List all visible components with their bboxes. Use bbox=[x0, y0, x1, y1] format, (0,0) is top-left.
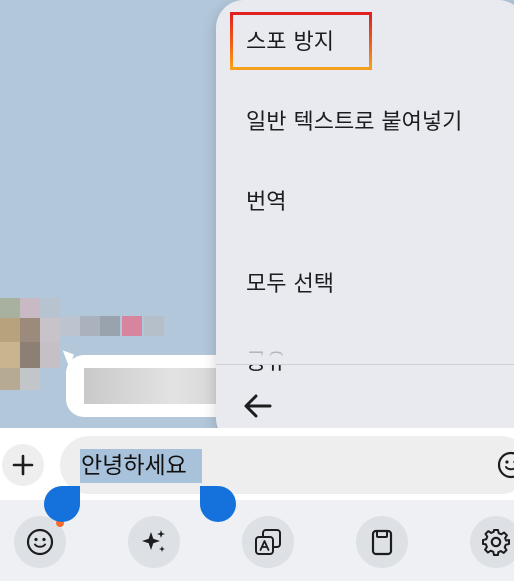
arrow-left-icon bbox=[244, 394, 272, 418]
menu-divider bbox=[216, 364, 514, 365]
message-input-text: 안녕하세요 bbox=[81, 453, 187, 479]
menu-scroll-fade bbox=[216, 340, 514, 364]
message-text-blurred bbox=[84, 368, 234, 404]
back-button[interactable] bbox=[240, 388, 276, 424]
avatar[interactable] bbox=[0, 298, 60, 390]
emoji-button[interactable] bbox=[496, 450, 514, 480]
settings-button[interactable] bbox=[470, 516, 514, 568]
context-menu: 스포 방지 일반 텍스트로 붙여넣기 번역 모두 선택 공유 bbox=[216, 0, 514, 446]
ai-sparkle-button[interactable] bbox=[128, 516, 180, 568]
selection-handle-start[interactable] bbox=[44, 486, 80, 522]
emoji-icon bbox=[26, 528, 54, 556]
gear-icon bbox=[482, 529, 510, 556]
highlight-box bbox=[230, 12, 372, 70]
menu-item-select-all[interactable]: 모두 선택 bbox=[246, 270, 334, 300]
menu-item-translate[interactable]: 번역 bbox=[246, 188, 286, 218]
emoji-icon bbox=[497, 451, 514, 479]
clipboard-button[interactable] bbox=[356, 516, 408, 568]
menu-item-paste-plain-text[interactable]: 일반 텍스트로 붙여넣기 bbox=[246, 108, 462, 138]
plus-icon bbox=[12, 454, 34, 476]
selection-handle-end[interactable] bbox=[200, 486, 236, 522]
clipboard-icon bbox=[371, 529, 393, 556]
add-button[interactable] bbox=[2, 444, 44, 486]
sender-name bbox=[60, 316, 166, 336]
translate-button[interactable] bbox=[242, 516, 294, 568]
translate-icon bbox=[255, 529, 281, 555]
sparkle-icon bbox=[142, 530, 165, 552]
